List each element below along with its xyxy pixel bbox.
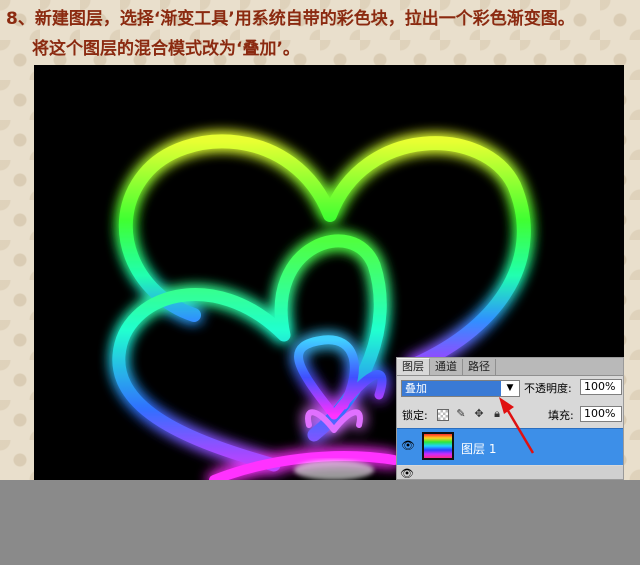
step-caption-line2: 将这个图层的混合模式改为‘叠加’。 xyxy=(32,39,300,59)
lock-brush-icon[interactable]: ✎ xyxy=(455,408,467,420)
opacity-input[interactable]: 100% xyxy=(580,379,622,395)
lock-move-icon[interactable]: ✥ xyxy=(473,408,485,420)
layer-row-next[interactable]: 👁︎ xyxy=(397,466,623,479)
fill-label: 填充: xyxy=(548,409,574,422)
layer-name[interactable]: 图层 1 xyxy=(461,440,496,457)
tab-paths[interactable]: 路径 xyxy=(463,359,496,375)
tab-layers[interactable]: 图层 xyxy=(397,358,430,375)
lock-transparent-icon[interactable] xyxy=(437,409,449,421)
lock-label: 锁定: xyxy=(402,409,428,422)
eye-icon[interactable]: 👁︎ xyxy=(400,439,416,453)
layer-thumbnail xyxy=(422,432,454,460)
step-caption-line1: 8、新建图层，选择‘渐变工具’用系统自带的彩色块，拉出一个彩色渐变图。 xyxy=(6,9,575,29)
panel-tabs: 图层 通道 路径 xyxy=(397,358,623,376)
tab-channels[interactable]: 通道 xyxy=(430,359,463,375)
bottom-gray-strip xyxy=(0,480,640,565)
dropdown-arrow-icon[interactable]: ▼ xyxy=(503,381,517,396)
fill-input[interactable]: 100% xyxy=(580,406,622,422)
opacity-label: 不透明度: xyxy=(524,382,572,395)
blend-mode-value: 叠加 xyxy=(402,381,501,396)
red-arrow-annotation xyxy=(499,397,535,454)
eye-icon[interactable]: 👁︎ xyxy=(400,467,416,479)
